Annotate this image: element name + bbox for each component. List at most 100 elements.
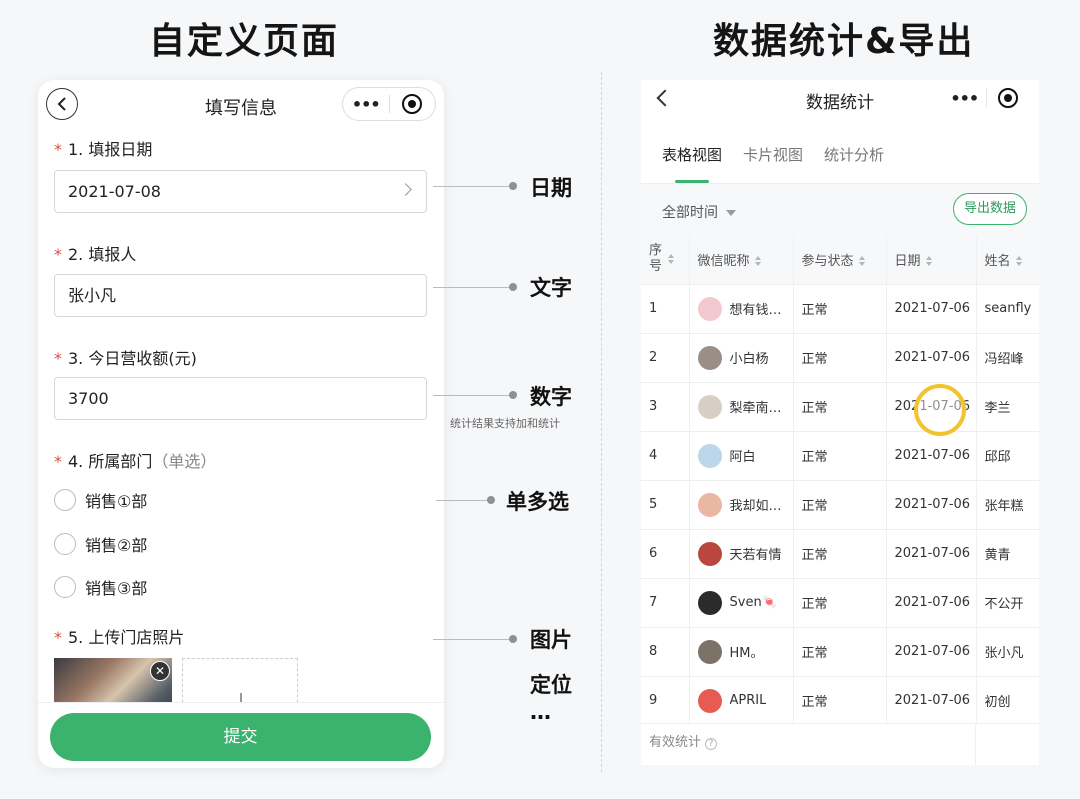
department-option-3[interactable]: 销售③部 (54, 575, 147, 599)
annotation-location: 定位 (530, 673, 572, 697)
mini-program-capsule: ••• (342, 87, 436, 121)
row-date: 2021-07-06 (885, 675, 976, 725)
row-index: 4 (641, 430, 689, 480)
table-row[interactable]: 8 HM。 正常 2021-07-06 张小凡 (641, 626, 1039, 676)
caret-down-icon (726, 210, 736, 216)
row-index: 9 (641, 675, 689, 725)
heading-custom-page: 自定义页面 (149, 21, 340, 62)
table-row[interactable]: 6 天若有情 正常 2021-07-06 黄青 (641, 528, 1039, 578)
annotation-line-text (433, 287, 511, 288)
sort-icon (925, 256, 932, 267)
row-index: 1 (641, 283, 689, 333)
column-header-status[interactable]: 参与状态 (792, 235, 886, 284)
avatar (697, 639, 722, 664)
stats-table: 序号 微信昵称 参与状态 日期 姓名 1 想有钱… 正常 2021-07-06 sean… (641, 235, 1039, 725)
row-name: 张年糕 (975, 479, 1039, 529)
heading-stats-export: 数据统计&导出 (713, 21, 975, 62)
annotation-dot (509, 182, 517, 190)
tab-card-view[interactable]: 卡片视图 (743, 144, 803, 165)
tab-table-view[interactable]: 表格视图 (662, 144, 722, 165)
row-status: 正常 (792, 332, 886, 382)
chevron-right-icon (399, 183, 412, 196)
radio-icon (54, 533, 76, 555)
column-header-date[interactable]: 日期 (885, 235, 976, 284)
summary-row: 有效统计? (641, 723, 1039, 765)
row-nickname: APRIL (688, 675, 793, 725)
export-data-button[interactable]: 导出数据 (952, 193, 1027, 225)
table-row[interactable]: 5 我却如… 正常 2021-07-06 张年糕 (641, 479, 1039, 529)
required-mark: * (54, 349, 62, 368)
date-field[interactable]: 2021-07-08 (54, 170, 427, 213)
column-header-name[interactable]: 姓名 (975, 235, 1039, 284)
sort-icon (1015, 256, 1022, 267)
row-nickname: Sven🍬 (688, 577, 793, 627)
row-index: 7 (641, 577, 689, 627)
row-date: 2021-07-06 (885, 283, 976, 333)
department-option-2[interactable]: 销售②部 (54, 532, 147, 556)
table-row[interactable]: 9 APRIL 正常 2021-07-06 初创 (641, 675, 1039, 725)
section-divider (601, 72, 602, 772)
question-label-department: * 4. 所属部门（单选） (54, 452, 217, 471)
column-header-index[interactable]: 序号 (641, 235, 689, 284)
row-status: 正常 (792, 479, 886, 529)
more-menu-icon[interactable]: ••• (943, 89, 986, 108)
table-row[interactable]: 4 阿白 正常 2021-07-06 邱邱 (641, 430, 1039, 480)
question-label-date: * 1. 填报日期 (54, 140, 153, 159)
row-date: 2021-07-06 (885, 528, 976, 578)
remove-photo-icon[interactable]: ✕ (150, 661, 170, 681)
row-date: 2021-07-06 (885, 479, 976, 529)
annotation-line-image (433, 639, 511, 640)
column-header-nickname[interactable]: 微信昵称 (688, 235, 793, 284)
mini-program-capsule: ••• (943, 82, 1029, 114)
row-name: 不公开 (975, 577, 1039, 627)
row-name: 黄青 (975, 528, 1039, 578)
annotation-number-note: 统计结果支持加和统计 (450, 417, 560, 430)
row-status: 正常 (792, 528, 886, 578)
time-filter-dropdown[interactable]: 全部时间 (662, 202, 736, 222)
sort-icon (668, 254, 674, 265)
stats-phone: 数据统计 ••• 表格视图 卡片视图 统计分析 全部时间 导出数据 序号 微信昵… (641, 80, 1039, 765)
annotation-line-choice (436, 500, 491, 501)
row-name: 李兰 (975, 381, 1039, 431)
form-phone: 填写信息 ••• * 1. 填报日期 2021-07-08 * 2. 填报人 张小凡… (38, 80, 444, 768)
row-date: 2021-07-06 (885, 332, 976, 382)
required-mark: * (54, 245, 62, 264)
row-status: 正常 (792, 675, 886, 725)
annotation-line-date (433, 186, 511, 187)
row-name: 冯绍峰 (975, 332, 1039, 382)
table-row[interactable]: 2 小白杨 正常 2021-07-06 冯绍峰 (641, 332, 1039, 382)
table-header-row: 序号 微信昵称 参与状态 日期 姓名 (641, 235, 1039, 284)
avatar (697, 492, 722, 517)
more-menu-icon[interactable]: ••• (343, 95, 389, 114)
row-status: 正常 (792, 283, 886, 333)
help-icon[interactable]: ? (705, 738, 718, 750)
form-nav-bar: 填写信息 ••• (38, 80, 444, 128)
avatar (697, 443, 722, 468)
row-name: seanfly (975, 283, 1039, 333)
revenue-field[interactable]: 3700 (54, 377, 427, 420)
row-nickname: 梨牵南… (688, 381, 793, 431)
filter-bar: 全部时间 导出数据 (641, 183, 1039, 235)
avatar (697, 296, 722, 321)
table-row[interactable]: 1 想有钱… 正常 2021-07-06 seanfly (641, 283, 1039, 333)
target-icon (997, 88, 1018, 108)
row-status: 正常 (792, 577, 886, 627)
stats-nav-bar: 数据统计 ••• (641, 80, 1039, 120)
reporter-field[interactable]: 张小凡 (54, 274, 427, 317)
sort-icon (858, 256, 865, 267)
table-row[interactable]: 7 Sven🍬 正常 2021-07-06 不公开 (641, 577, 1039, 627)
tab-analysis[interactable]: 统计分析 (824, 144, 884, 165)
row-name: 邱邱 (975, 430, 1039, 480)
table-row[interactable]: 3 梨牵南… 正常 2021-07-06 李兰 (641, 381, 1039, 431)
annotation-number: 数字 (530, 385, 572, 409)
annotation-dot (509, 391, 517, 399)
sort-icon (754, 256, 761, 267)
row-nickname: HM。 (688, 626, 793, 676)
close-mini-program-button[interactable] (986, 88, 1029, 108)
close-mini-program-button[interactable] (389, 94, 435, 114)
row-nickname: 我却如… (688, 479, 793, 529)
question-label-reporter: * 2. 填报人 (54, 245, 137, 264)
row-date: 2021-07-06 (885, 626, 976, 676)
submit-button[interactable]: 提交 (50, 713, 431, 761)
department-option-1[interactable]: 销售①部 (54, 488, 147, 512)
